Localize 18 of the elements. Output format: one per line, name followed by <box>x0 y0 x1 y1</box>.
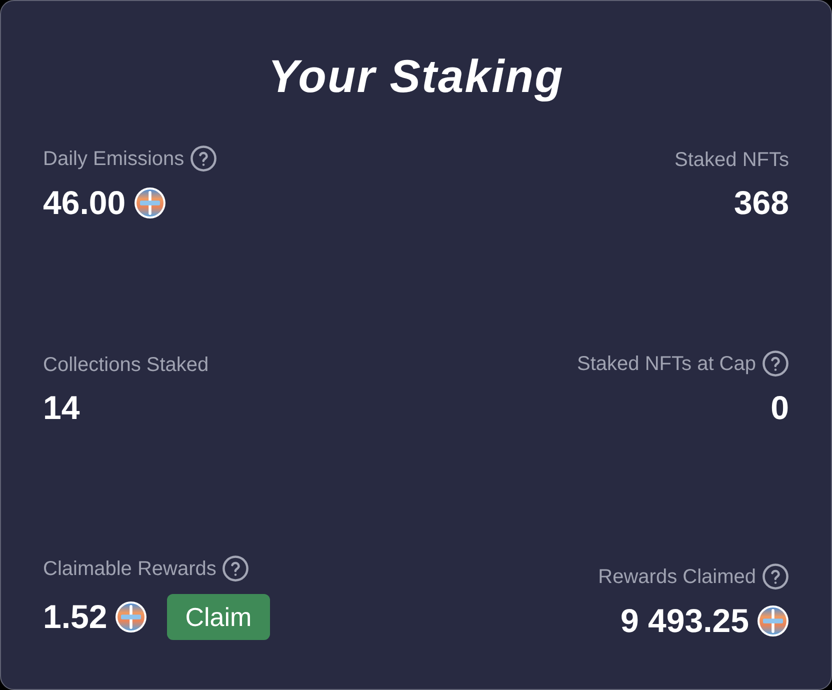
help-icon[interactable] <box>222 555 250 582</box>
stat-label: Staked NFTs at Cap <box>577 352 756 376</box>
help-icon[interactable] <box>762 350 789 377</box>
stat-label: Staked NFTs <box>674 148 789 172</box>
stat-label: Rewards Claimed <box>598 564 756 588</box>
stat-label: Daily Emissions <box>43 146 184 170</box>
stat-label: Claimable Rewards <box>43 556 216 580</box>
claim-button[interactable]: Claim <box>167 594 270 640</box>
help-icon[interactable] <box>762 563 789 590</box>
help-icon[interactable] <box>190 145 218 172</box>
stat-value: 1.52 <box>43 598 108 636</box>
stat-value: 14 <box>43 389 80 427</box>
stat-value: 0 <box>770 389 789 427</box>
stat-value: 9 493.25 <box>620 602 749 640</box>
stat-value: 46.00 <box>43 184 126 222</box>
stat-value: 368 <box>734 184 789 222</box>
card-title: Your Staking <box>268 51 564 101</box>
stat-label: Collections Staked <box>43 353 209 377</box>
